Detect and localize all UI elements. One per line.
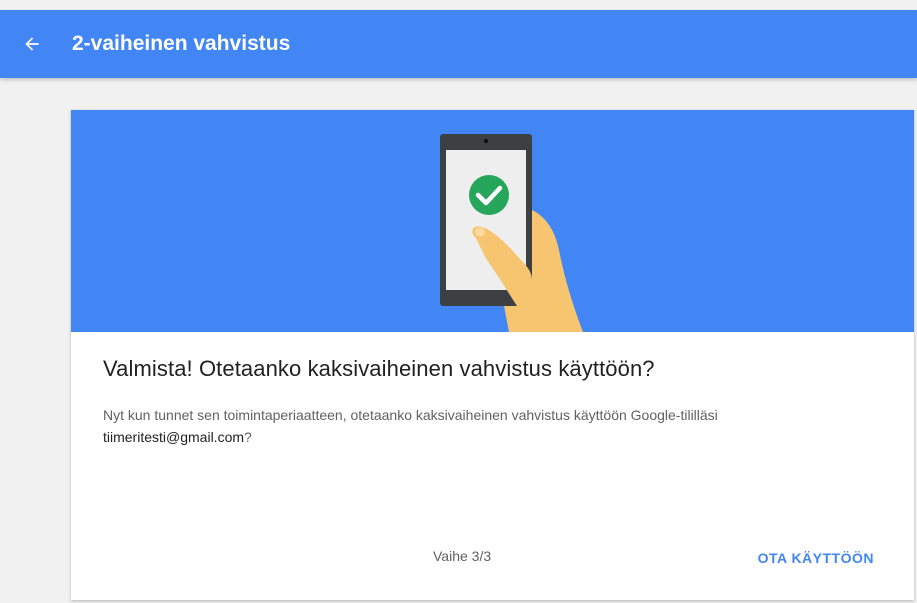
hero-illustration: [71, 110, 914, 332]
card-title: Valmista! Otetaanko kaksivaiheinen vahvi…: [103, 356, 655, 381]
checkmark-icon: [469, 175, 509, 215]
page-title: 2-vaiheinen vahvistus: [72, 32, 291, 55]
phone-illustration: [440, 134, 583, 332]
account-email: tiimeritesti@gmail.com: [103, 429, 245, 445]
description-end: ?: [244, 429, 252, 445]
card-description: Nyt kun tunnet sen toimintaperiaatteen, …: [103, 404, 863, 448]
enable-button[interactable]: OTA KÄYTTÖÖN: [748, 540, 884, 576]
app-header: 2-vaiheinen vahvistus: [0, 10, 917, 78]
arrow-back-icon: [25, 37, 39, 51]
card-footer: Vaihe 3/3 OTA KÄYTTÖÖN: [71, 540, 914, 576]
description-text: Nyt kun tunnet sen toimintaperiaatteen, …: [103, 407, 718, 423]
back-button[interactable]: [20, 32, 44, 56]
step-indicator: Vaihe 3/3: [433, 548, 492, 564]
confirmation-card: Valmista! Otetaanko kaksivaiheinen vahvi…: [71, 110, 914, 600]
